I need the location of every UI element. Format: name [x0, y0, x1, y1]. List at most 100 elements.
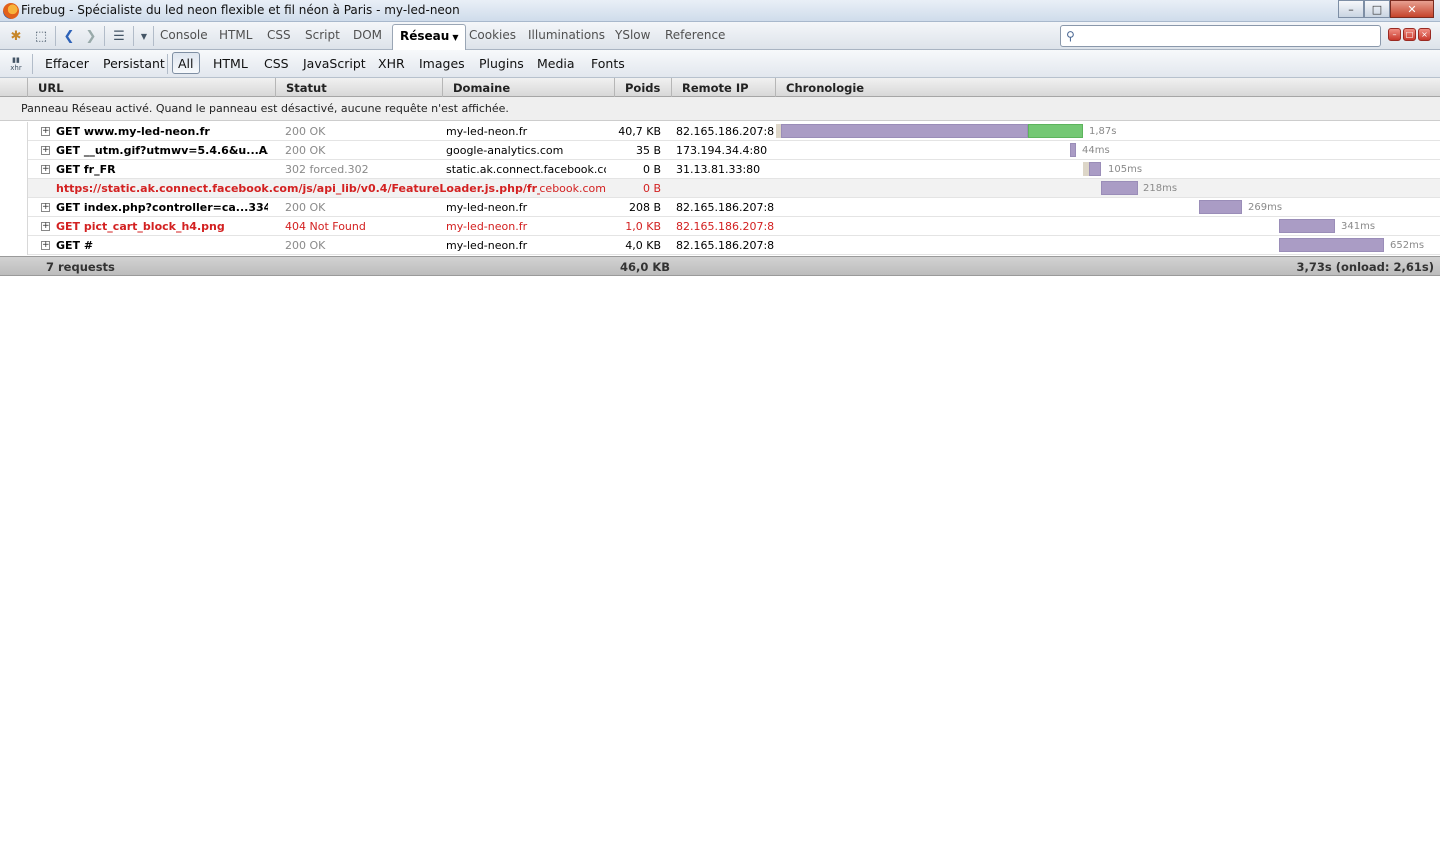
timeline-bar — [1279, 238, 1384, 252]
forward-arrow-icon[interactable]: ❯ — [82, 27, 100, 45]
clear-button[interactable]: Effacer — [45, 56, 89, 71]
request-domain: my-led-neon.fr — [446, 201, 528, 214]
timeline-bar — [1070, 143, 1076, 157]
search-box[interactable]: ⚲ — [1060, 25, 1381, 47]
toolbar-separator — [167, 54, 168, 74]
request-size: 35 B — [635, 144, 661, 157]
firebug-close-icon[interactable]: × — [1418, 28, 1431, 41]
request-time: 1,87s — [1089, 126, 1117, 137]
panel-dropdown-icon[interactable]: ▼ — [135, 27, 153, 45]
expand-toggle-icon[interactable]: + — [41, 222, 50, 231]
filter-fonts[interactable]: Fonts — [591, 56, 625, 71]
request-url[interactable]: GET # — [56, 239, 268, 252]
firebug-minimize-icon[interactable]: – — [1388, 28, 1401, 41]
tab-cookies[interactable]: Cookies — [469, 28, 516, 42]
tab-css[interactable]: CSS — [267, 28, 291, 42]
tab-console[interactable]: Console — [160, 28, 208, 42]
request-size: 0 B — [642, 182, 661, 195]
request-ip: 82.165.186.207:80 — [676, 201, 774, 214]
xhr-breakpoint-icon[interactable]: ▮▮ xhr — [8, 56, 24, 72]
request-status: 200 OK — [285, 239, 326, 252]
request-time: 105ms — [1108, 164, 1143, 175]
column-url[interactable]: URL — [28, 78, 276, 97]
panel-list-icon[interactable]: ☰ — [110, 27, 128, 45]
request-domain: static.ak.connect.facebook.com — [446, 163, 606, 176]
filter-all[interactable]: All — [172, 52, 200, 74]
search-input[interactable] — [1083, 28, 1373, 44]
close-button[interactable]: ✕ — [1390, 0, 1434, 18]
filter-images[interactable]: Images — [419, 56, 465, 71]
column-domain[interactable]: Domaine — [443, 78, 615, 97]
search-icon: ⚲ — [1066, 29, 1075, 43]
request-url[interactable]: GET www.my-led-neon.fr — [56, 125, 268, 138]
toolbar-separator — [104, 26, 105, 46]
column-header: URL Statut Domaine Poids Remote IP Chron… — [0, 78, 1440, 97]
expand-toggle-icon[interactable]: + — [41, 165, 50, 174]
timeline-bar — [781, 124, 1028, 138]
back-arrow-icon[interactable]: ❮ — [60, 27, 78, 45]
request-status: 404 Not Found — [285, 220, 366, 233]
column-remote-ip[interactable]: Remote IP — [672, 78, 776, 97]
expand-toggle-icon[interactable]: + — [41, 241, 50, 250]
table-row[interactable]: + GET www.my-led-neon.fr 200 OK my-led-n… — [0, 122, 1440, 141]
row-gutter — [0, 179, 28, 198]
expand-toggle-icon[interactable]: + — [41, 146, 50, 155]
request-url[interactable]: GET index.php?controller=ca...3344b8e5 — [56, 201, 268, 214]
toolbar-separator — [133, 26, 134, 46]
timeline-bar — [1089, 162, 1101, 176]
toolbar-separator — [32, 54, 33, 74]
expand-toggle-icon[interactable]: + — [41, 127, 50, 136]
table-row[interactable]: + GET pict_cart_block_h4.png 404 Not Fou… — [0, 217, 1440, 236]
summary-size: 46,0 KB — [620, 260, 671, 274]
column-timeline[interactable]: Chronologie — [776, 78, 1440, 97]
filter-plugins[interactable]: Plugins — [479, 56, 524, 71]
tab-illuminations[interactable]: Illuminations — [528, 28, 605, 42]
summary-time: 3,73s (onload: 2,61s) — [1296, 260, 1434, 274]
inspect-element-icon[interactable]: ⬚ — [32, 27, 50, 45]
request-domain: static.ak.connect.facebook.com — [540, 182, 606, 195]
request-url[interactable]: GET __utm.gif?utmwv=5.4.6&u...AAAAAAAAA — [56, 144, 268, 157]
summary-row: 7 requests 46,0 KB 3,73s (onload: 2,61s) — [0, 256, 1440, 276]
request-url[interactable]: https://static.ak.connect.facebook.com/j… — [56, 182, 540, 195]
persist-button[interactable]: Persistant — [103, 56, 165, 71]
table-row[interactable]: + GET index.php?controller=ca...3344b8e5… — [0, 198, 1440, 217]
table-row[interactable]: + GET fr_FR 302 forced.302 static.ak.con… — [0, 160, 1440, 179]
toolbar-separator — [153, 26, 154, 46]
firebug-bug-icon[interactable]: ✱ — [7, 27, 25, 45]
timeline-bar — [1199, 200, 1242, 214]
request-size: 1,0 KB — [625, 220, 661, 233]
summary-count: 7 requests — [46, 260, 115, 274]
filter-javascript[interactable]: JavaScript — [303, 56, 366, 71]
row-gutter — [0, 236, 28, 255]
info-message-row: Panneau Réseau activé. Quand le panneau … — [0, 97, 1440, 121]
row-gutter — [0, 141, 28, 160]
tab-reseau[interactable]: Réseau ▼ — [392, 24, 467, 50]
net-toolbar: ▮▮ xhr Effacer Persistant All HTML CSS Ja… — [0, 50, 1440, 78]
expand-toggle-icon[interactable]: + — [41, 203, 50, 212]
tab-yslow[interactable]: YSlow — [615, 28, 650, 42]
filter-media[interactable]: Media — [537, 56, 575, 71]
request-time: 44ms — [1082, 145, 1110, 156]
tab-html[interactable]: HTML — [219, 28, 252, 42]
request-domain: my-led-neon.fr — [446, 239, 528, 252]
column-size[interactable]: Poids — [615, 78, 672, 97]
table-row[interactable]: + GET # 200 OK my-led-neon.fr 4,0 KB 82.… — [0, 236, 1440, 255]
filter-xhr[interactable]: XHR — [378, 56, 405, 71]
timeline-bar — [1101, 181, 1138, 195]
firebug-detach-icon[interactable]: □ — [1403, 28, 1416, 41]
tab-reference[interactable]: Reference — [665, 28, 725, 42]
table-row[interactable]: + GET __utm.gif?utmwv=5.4.6&u...AAAAAAAA… — [0, 141, 1440, 160]
timeline-receive-bar — [1028, 124, 1083, 138]
filter-css[interactable]: CSS — [264, 56, 289, 71]
request-url[interactable]: GET pict_cart_block_h4.png — [56, 220, 268, 233]
tab-script[interactable]: Script — [305, 28, 340, 42]
table-row[interactable]: https://static.ak.connect.facebook.com/j… — [0, 179, 1440, 198]
column-status[interactable]: Statut — [276, 78, 443, 97]
request-size: 4,0 KB — [625, 239, 661, 252]
maximize-button[interactable]: □ — [1364, 0, 1390, 18]
filter-html[interactable]: HTML — [213, 56, 248, 71]
minimize-button[interactable]: – — [1338, 0, 1364, 18]
request-domain: my-led-neon.fr — [446, 220, 528, 233]
tab-dom[interactable]: DOM — [353, 28, 382, 42]
request-url[interactable]: GET fr_FR — [56, 163, 268, 176]
